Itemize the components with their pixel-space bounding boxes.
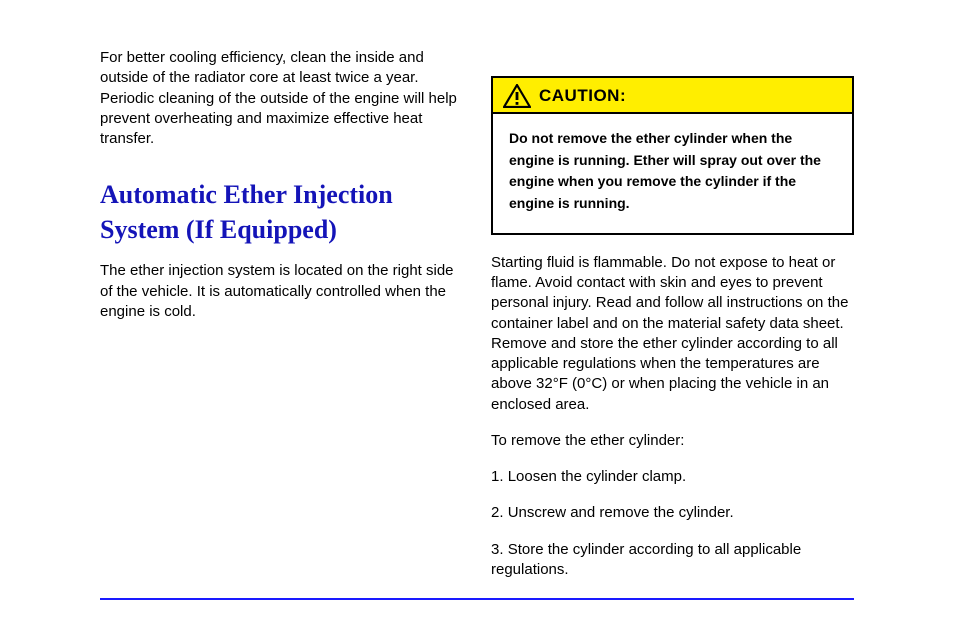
caution-header: CAUTION: (493, 78, 852, 114)
remove-step-3-text: Store the cylinder according to all appl… (491, 541, 801, 578)
two-column-content: For better cooling efficiency, clean the… (100, 48, 854, 596)
caution-panel: CAUTION: Do not remove the ether cylinde… (491, 76, 854, 235)
ether-heading: Automatic Ether Injection System (If Equ… (100, 177, 463, 247)
caution-label: CAUTION: (539, 85, 626, 108)
remove-step-2: 2. Unscrew and remove the cylinder. (491, 503, 854, 523)
left-column: For better cooling efficiency, clean the… (100, 48, 463, 596)
right-column: CAUTION: Do not remove the ether cylinde… (491, 48, 854, 596)
caution-body: Do not remove the ether cylinder when th… (493, 114, 852, 233)
cooling-paragraph: For better cooling efficiency, clean the… (100, 48, 463, 149)
remove-heading: To remove the ether cylinder: (491, 431, 854, 451)
ether-subtext: The ether injection system is located on… (100, 261, 463, 322)
flammable-paragraph: Starting fluid is flammable. Do not expo… (491, 253, 854, 415)
footer-rule (100, 598, 854, 600)
remove-step-3: 3. Store the cylinder according to all a… (491, 540, 854, 581)
remove-step-1-text: Loosen the cylinder clamp. (508, 468, 686, 485)
page: For better cooling efficiency, clean the… (0, 0, 954, 636)
remove-step-2-text: Unscrew and remove the cylinder. (508, 504, 734, 521)
warning-icon (503, 84, 531, 108)
remove-step-1: 1. Loosen the cylinder clamp. (491, 467, 854, 487)
